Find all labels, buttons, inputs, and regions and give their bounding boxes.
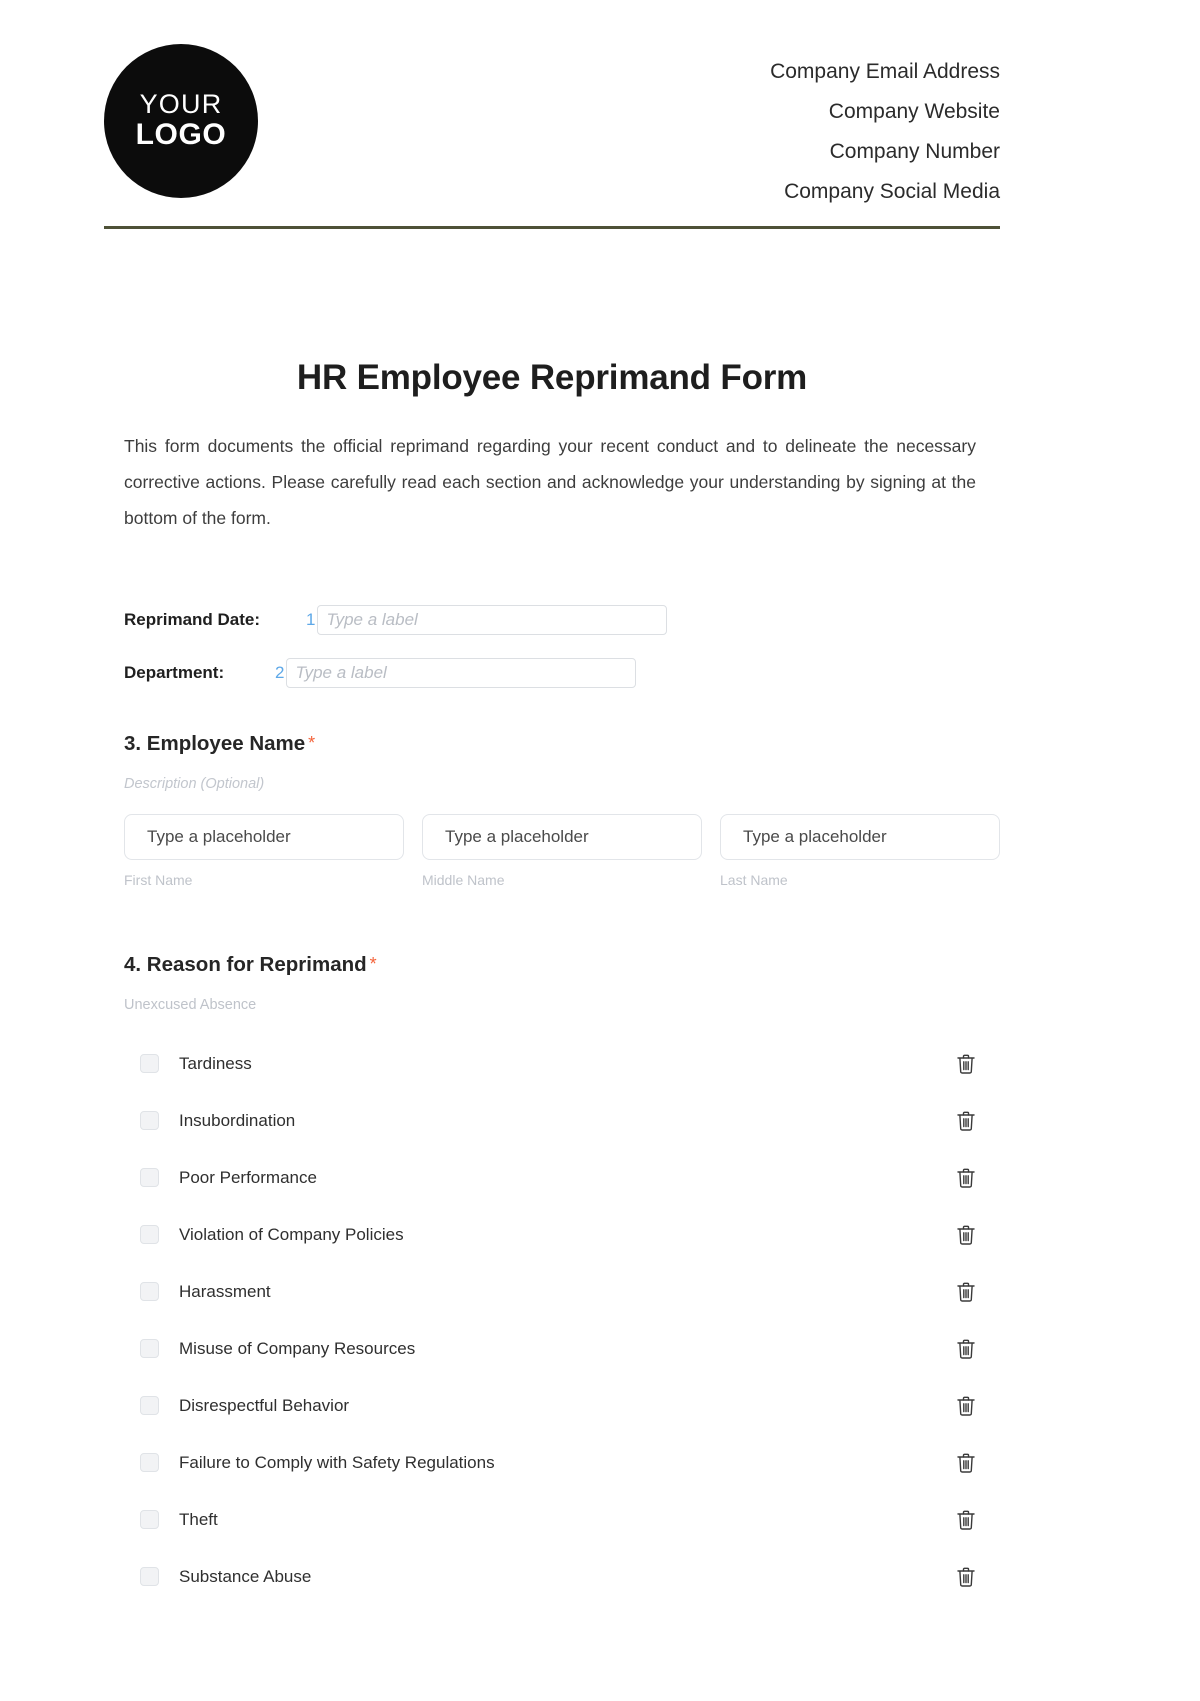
logo-line-bottom: LOGO bbox=[135, 118, 227, 152]
contact-social-media: Company Social Media bbox=[784, 179, 1000, 203]
checkbox-failure-to-comply-with-safety-regulations[interactable] bbox=[140, 1453, 159, 1472]
first-name-group: Type a placeholder First Name bbox=[124, 814, 404, 888]
employee-name-inputs: Type a placeholder First Name Type a pla… bbox=[124, 814, 1000, 888]
intro-paragraph: This form documents the official reprima… bbox=[124, 436, 976, 528]
list-item[interactable]: Failure to Comply with Safety Regulation… bbox=[124, 1434, 1000, 1491]
checkbox-harassment[interactable] bbox=[140, 1282, 159, 1301]
trash-icon[interactable] bbox=[954, 1165, 978, 1191]
last-name-placeholder: Type a placeholder bbox=[743, 827, 887, 846]
document-page: YOUR LOGO Company Email Address Company … bbox=[0, 0, 1200, 1701]
section-employee-name-title: 3. Employee Name * bbox=[124, 732, 1000, 756]
last-name-group: Type a placeholder Last Name bbox=[720, 814, 1000, 888]
checkbox-insubordination[interactable] bbox=[140, 1111, 159, 1130]
page-header: YOUR LOGO Company Email Address Company … bbox=[104, 30, 1000, 220]
section-reason-title: 4. Reason for Reprimand * bbox=[124, 953, 1000, 977]
option-label: Poor Performance bbox=[179, 1167, 317, 1187]
trash-icon[interactable] bbox=[954, 1222, 978, 1248]
field-index-1: 1 bbox=[306, 610, 316, 629]
checkbox-misuse-of-company-resources[interactable] bbox=[140, 1339, 159, 1358]
trash-icon[interactable] bbox=[954, 1279, 978, 1305]
section-reason-heading: 4. Reason for Reprimand bbox=[124, 953, 367, 976]
department-row: Department: 2 Type a label bbox=[124, 658, 637, 688]
reprimand-date-input[interactable]: Type a label bbox=[317, 605, 668, 635]
middle-name-input[interactable]: Type a placeholder bbox=[422, 814, 702, 860]
section-employee-name-description: Description (Optional) bbox=[124, 776, 265, 792]
option-label: Failure to Comply with Safety Regulation… bbox=[179, 1452, 495, 1472]
company-logo: YOUR LOGO bbox=[104, 44, 258, 198]
list-item[interactable]: Misuse of Company Resources bbox=[124, 1320, 1000, 1377]
trash-icon[interactable] bbox=[954, 1051, 978, 1077]
department-input[interactable]: Type a label bbox=[286, 658, 637, 688]
company-contact-block: Company Email Address Company Website Co… bbox=[770, 30, 1000, 212]
reason-options-list: Tardiness Insubordination Poor Performan… bbox=[124, 1035, 1000, 1605]
reprimand-date-row: Reprimand Date: 1 Type a label bbox=[124, 605, 668, 635]
checkbox-violation-of-company-policies[interactable] bbox=[140, 1225, 159, 1244]
department-placeholder: Type a label bbox=[295, 663, 387, 682]
required-asterisk-employee-name: * bbox=[308, 733, 316, 753]
option-label: Disrespectful Behavior bbox=[179, 1395, 350, 1415]
list-item[interactable]: Insubordination bbox=[124, 1092, 1000, 1149]
trash-icon[interactable] bbox=[954, 1336, 978, 1362]
trash-icon[interactable] bbox=[954, 1507, 978, 1533]
trash-icon[interactable] bbox=[954, 1108, 978, 1134]
required-asterisk-reason: * bbox=[369, 954, 377, 974]
option-label: Theft bbox=[179, 1509, 218, 1529]
list-item[interactable]: Poor Performance bbox=[124, 1149, 1000, 1206]
trash-icon[interactable] bbox=[954, 1450, 978, 1476]
trash-icon[interactable] bbox=[954, 1564, 978, 1590]
option-label: Violation of Company Policies bbox=[179, 1224, 404, 1244]
checkbox-disrespectful-behavior[interactable] bbox=[140, 1396, 159, 1415]
header-divider bbox=[104, 226, 1000, 229]
last-name-input[interactable]: Type a placeholder bbox=[720, 814, 1000, 860]
middle-name-sublabel: Middle Name bbox=[422, 872, 505, 888]
list-item[interactable]: Harassment bbox=[124, 1263, 1000, 1320]
contact-website: Company Website bbox=[828, 99, 1000, 123]
reprimand-date-placeholder: Type a label bbox=[326, 610, 418, 629]
middle-name-placeholder: Type a placeholder bbox=[445, 827, 589, 846]
contact-email-address: Company Email Address bbox=[770, 60, 1000, 83]
checkbox-poor-performance[interactable] bbox=[140, 1168, 159, 1187]
section-employee-name: 3. Employee Name * Description (Optional)… bbox=[124, 732, 1000, 888]
option-label: Substance Abuse bbox=[179, 1566, 312, 1586]
field-index-2: 2 bbox=[275, 663, 285, 682]
logo-line-top: YOUR bbox=[139, 89, 223, 120]
checkbox-tardiness[interactable] bbox=[140, 1054, 159, 1073]
last-name-sublabel: Last Name bbox=[720, 872, 788, 888]
list-item[interactable]: Substance Abuse bbox=[124, 1548, 1000, 1605]
department-label: Department: bbox=[124, 663, 225, 682]
first-name-sublabel: First Name bbox=[124, 872, 193, 888]
section-reason-subtext: Unexcused Absence bbox=[124, 997, 257, 1013]
checkbox-theft[interactable] bbox=[140, 1510, 159, 1529]
checkbox-substance-abuse[interactable] bbox=[140, 1567, 159, 1586]
list-item[interactable]: Tardiness bbox=[124, 1035, 1000, 1092]
page-title: HR Employee Reprimand Form bbox=[296, 358, 808, 397]
section-employee-name-heading: 3. Employee Name bbox=[124, 732, 306, 755]
list-item[interactable]: Theft bbox=[124, 1491, 1000, 1548]
reprimand-date-label: Reprimand Date: bbox=[124, 610, 261, 629]
first-name-placeholder: Type a placeholder bbox=[147, 827, 291, 846]
trash-icon[interactable] bbox=[954, 1393, 978, 1419]
contact-number: Company Number bbox=[829, 139, 1000, 163]
first-name-input[interactable]: Type a placeholder bbox=[124, 814, 404, 860]
option-label: Insubordination bbox=[179, 1110, 296, 1130]
option-label: Tardiness bbox=[179, 1053, 252, 1073]
option-label: Misuse of Company Resources bbox=[179, 1338, 416, 1358]
section-reason-for-reprimand: 4. Reason for Reprimand * Unexcused Absen… bbox=[124, 953, 1000, 1605]
middle-name-group: Type a placeholder Middle Name bbox=[422, 814, 702, 888]
option-label: Harassment bbox=[179, 1281, 271, 1301]
list-item[interactable]: Disrespectful Behavior bbox=[124, 1377, 1000, 1434]
list-item[interactable]: Violation of Company Policies bbox=[124, 1206, 1000, 1263]
